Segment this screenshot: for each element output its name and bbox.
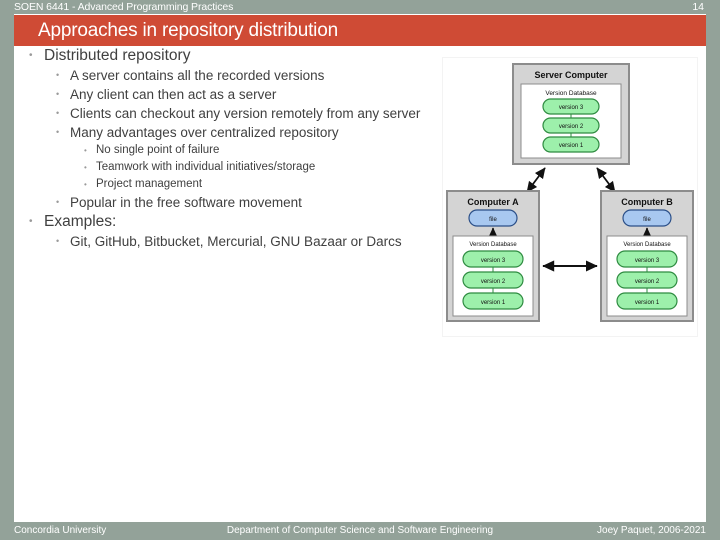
slide-header-bar: SOEN 6441 - Advanced Programming Practic… [0, 0, 720, 14]
computer-b-db-label: Version Database [623, 242, 671, 248]
arrow-server-computer-a [526, 167, 546, 193]
bullet-text: Teamwork with individual initiatives/sto… [96, 161, 316, 173]
bullet-text: A server contains all the recorded versi… [70, 68, 325, 83]
bullet-text: Any client can then act as a server [70, 87, 277, 102]
computer-a-version-3: version 3 [481, 258, 506, 264]
computer-a-db-label: Version Database [469, 242, 517, 248]
bullet-item-l3: Project management [14, 176, 434, 193]
slide-left-border [0, 0, 14, 540]
computer-a-box: Computer A file Version Database version… [446, 190, 540, 322]
computer-b-version-1: version 1 [635, 300, 660, 306]
bullet-text: Git, GitHub, Bitbucket, Mercurial, GNU B… [70, 234, 402, 249]
bullet-item-l1: Distributed repository [14, 46, 434, 66]
bullet-item-l2: Any client can then act as a server [14, 85, 434, 104]
computer-b-file-label: file [643, 217, 651, 223]
server-title: Server Computer [534, 70, 608, 80]
computer-b-box: Computer B file Version Database version… [600, 190, 694, 322]
bullet-text: Examples: [44, 213, 117, 230]
computer-b-version-3: version 3 [635, 258, 660, 264]
course-title: SOEN 6441 - Advanced Programming Practic… [14, 1, 234, 13]
server-version-1: version 1 [559, 143, 584, 149]
bullet-text: Many advantages over centralized reposit… [70, 125, 339, 140]
bullet-item-l3: Teamwork with individual initiatives/sto… [14, 159, 434, 176]
server-version-3: version 3 [559, 105, 584, 111]
computer-b-version-2: version 2 [635, 279, 660, 285]
slide-body-content: Distributed repository A server contains… [14, 46, 434, 386]
bullet-item-l2: Many advantages over centralized reposit… [14, 123, 434, 142]
bullet-text: Distributed repository [44, 47, 191, 64]
distributed-repository-diagram: Server Computer Version Database version… [442, 57, 698, 337]
bullet-item-l2: Clients can checkout any version remotel… [14, 104, 434, 123]
bullet-item-l3: No single point of failure [14, 142, 434, 159]
bullet-item-l2: Popular in the free software movement [14, 193, 434, 212]
bullet-item-l2: A server contains all the recorded versi… [14, 66, 434, 85]
computer-b-title: Computer B [621, 197, 673, 207]
server-version-2: version 2 [559, 124, 584, 130]
arrow-server-computer-b [596, 167, 616, 193]
bullet-text: Project management [96, 178, 203, 190]
server-computer-box: Server Computer Version Database version… [512, 63, 630, 165]
slide-number: 14 [692, 1, 704, 13]
bullet-text: Clients can checkout any version remotel… [70, 106, 421, 121]
bullet-list: Distributed repository A server contains… [14, 46, 434, 251]
bullet-text: Popular in the free software movement [70, 195, 302, 210]
slide-title-band: Approaches in repository distribution [14, 15, 706, 46]
computer-a-version-2: version 2 [481, 279, 506, 285]
slide-footer: Concordia University Department of Compu… [0, 522, 720, 540]
bullet-item-l1: Examples: [14, 212, 434, 232]
server-db-label: Version Database [545, 90, 597, 97]
bullet-item-l2: Git, GitHub, Bitbucket, Mercurial, GNU B… [14, 232, 434, 251]
slide-root: SOEN 6441 - Advanced Programming Practic… [0, 0, 720, 540]
slide-right-border [706, 0, 720, 540]
computer-a-version-1: version 1 [481, 300, 506, 306]
computer-a-title: Computer A [467, 197, 519, 207]
footer-author: Joey Paquet, 2006-2021 [597, 525, 706, 536]
computer-a-file-label: file [489, 217, 497, 223]
page-title: Approaches in repository distribution [38, 20, 338, 41]
bullet-text: No single point of failure [96, 144, 220, 156]
